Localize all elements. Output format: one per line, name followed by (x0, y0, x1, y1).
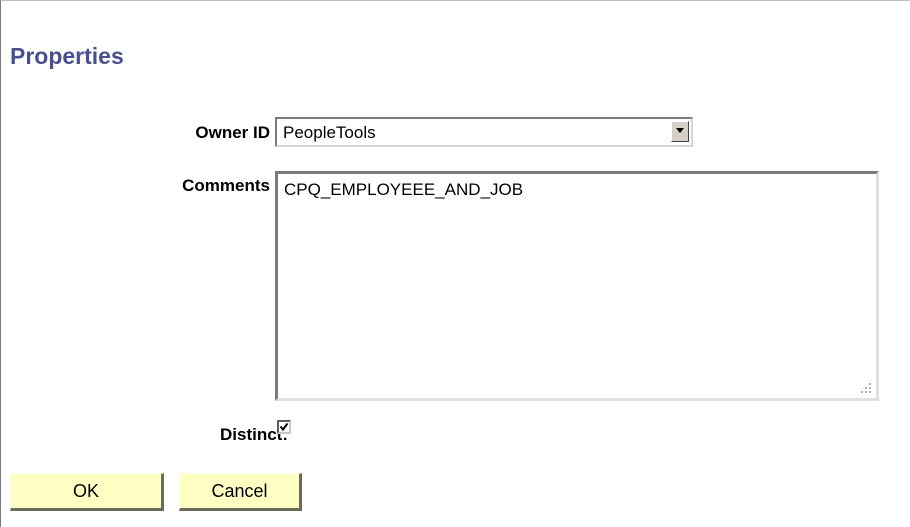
comments-value: CPQ_EMPLOYEEE_AND_JOB (284, 180, 524, 199)
owner-id-selected-value: PeopleTools (283, 123, 376, 142)
chevron-down-icon (676, 128, 684, 133)
ok-button[interactable]: OK (10, 473, 164, 511)
checkmark-icon (279, 422, 289, 432)
cancel-button[interactable]: Cancel (179, 473, 302, 511)
comments-label: Comments (182, 176, 270, 195)
owner-id-label: Owner ID (195, 123, 270, 142)
distinct-checkbox[interactable] (277, 420, 291, 434)
comments-textarea[interactable]: CPQ_EMPLOYEEE_AND_JOB (275, 171, 879, 401)
dropdown-button[interactable] (671, 121, 689, 142)
page-title: Properties (10, 43, 124, 69)
properties-panel: Properties Owner ID PeopleTools Comments… (0, 0, 910, 527)
resize-grip-icon[interactable] (860, 382, 872, 394)
owner-id-select[interactable]: PeopleTools (275, 117, 693, 147)
